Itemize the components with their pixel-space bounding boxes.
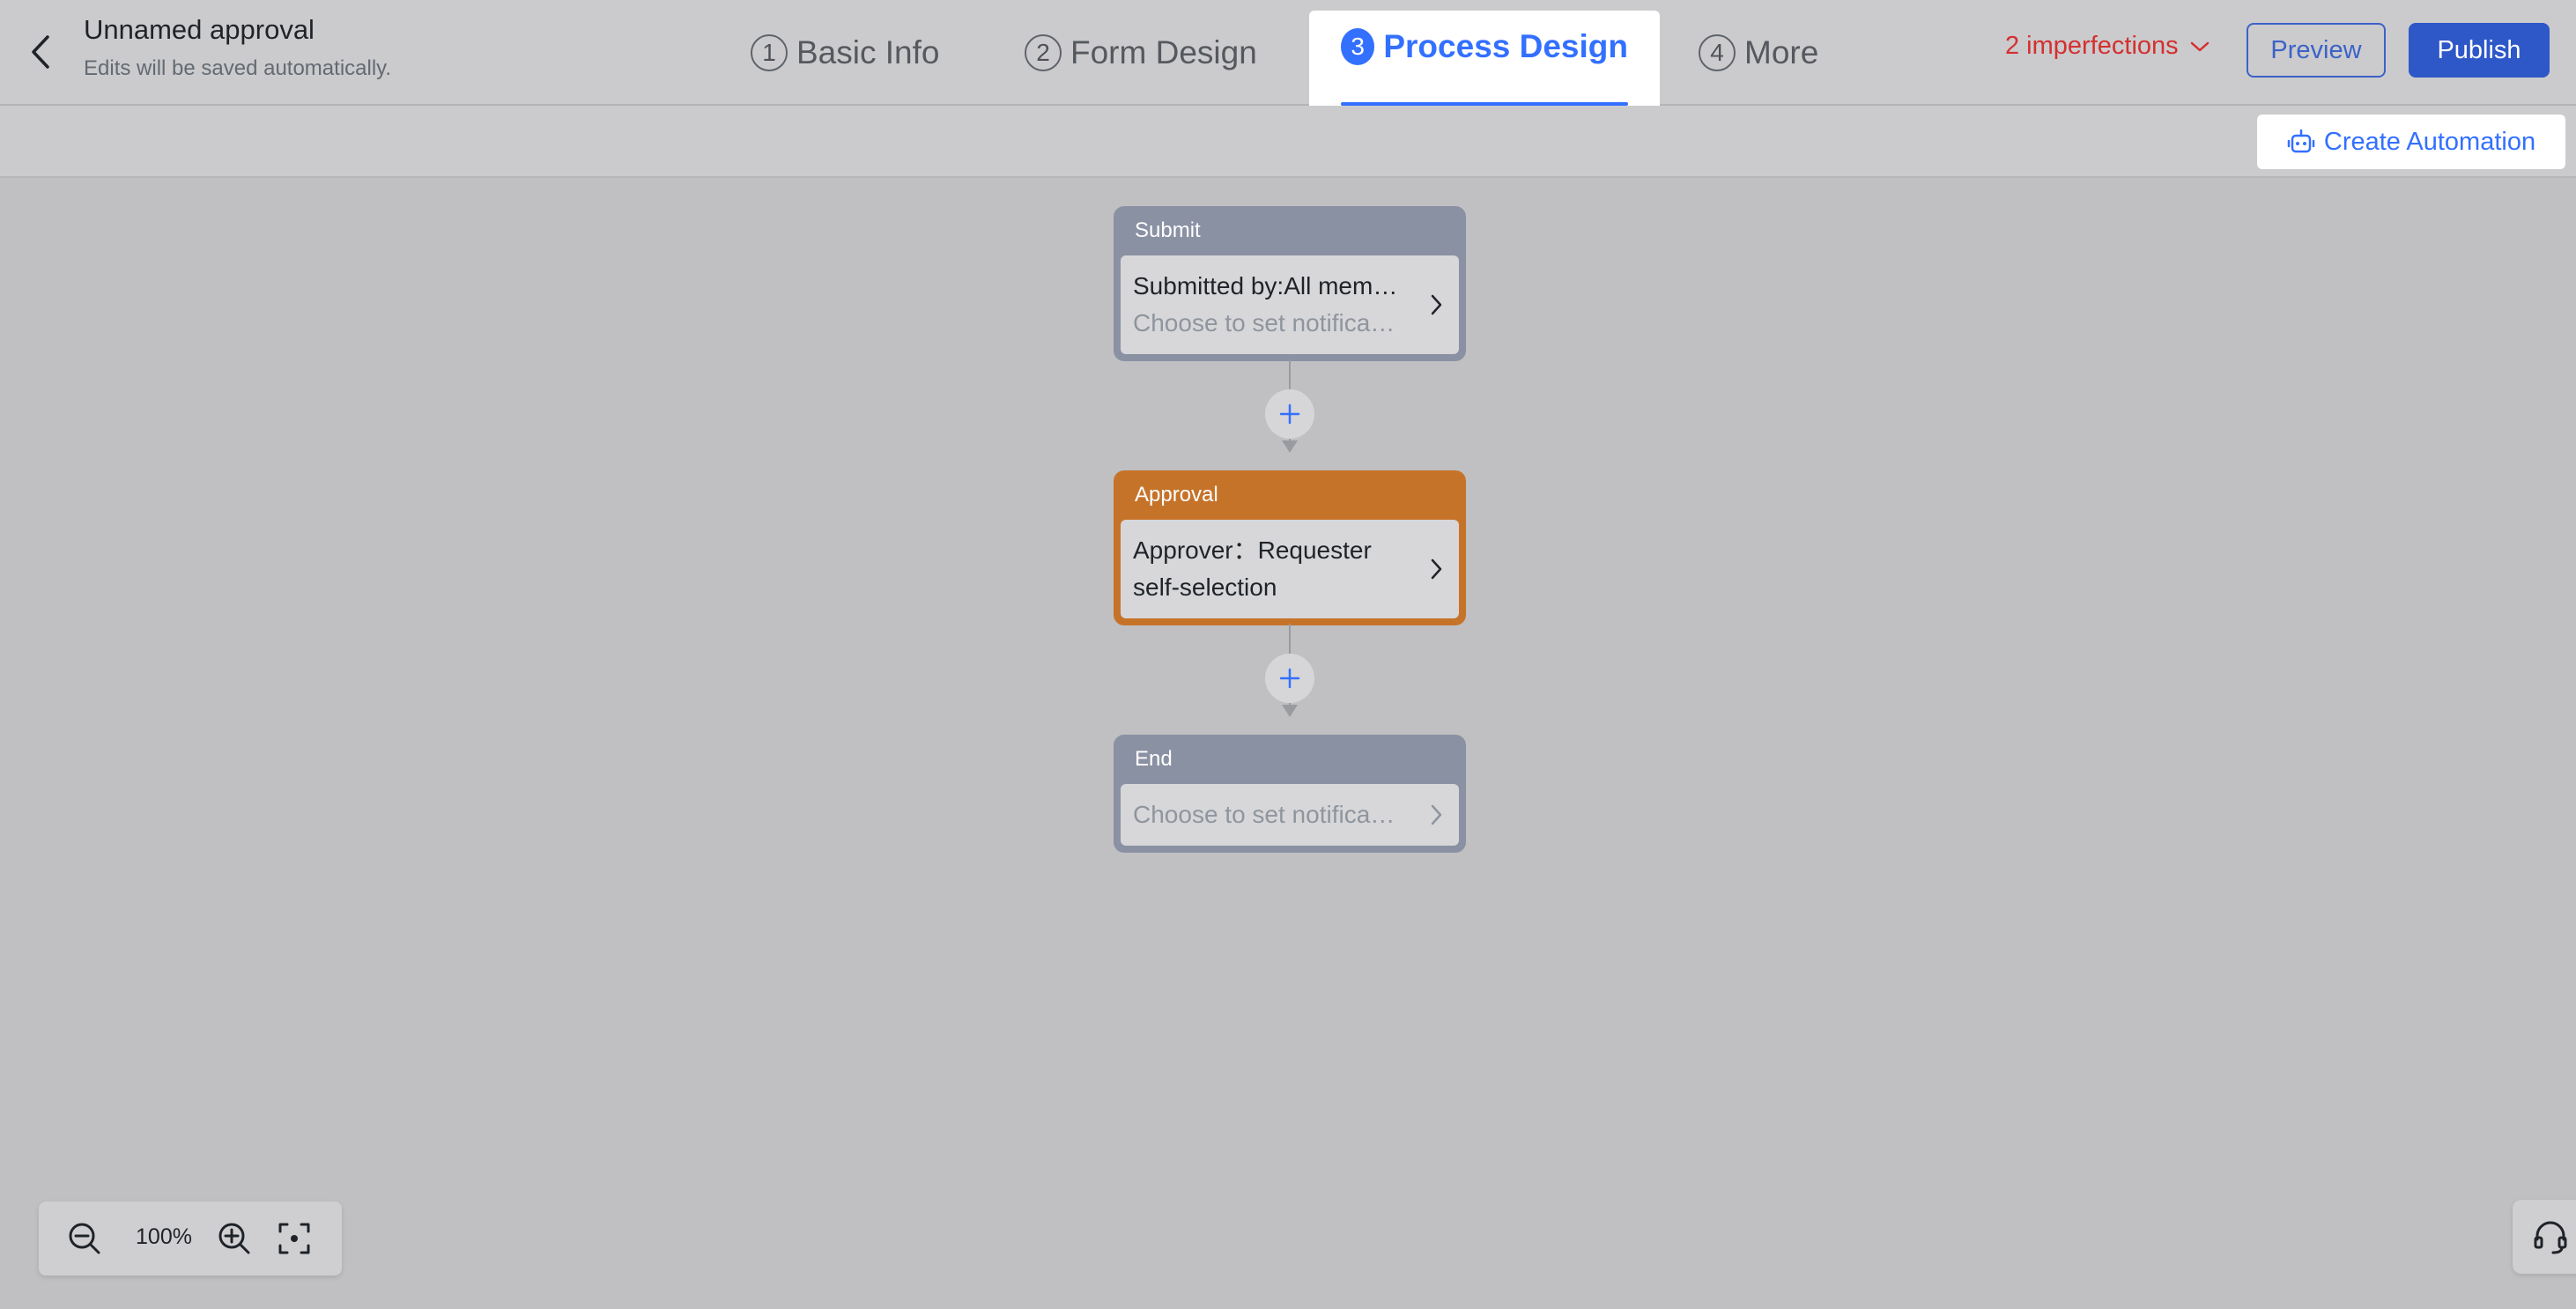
top-header: Unnamed approval Edits will be saved aut… (0, 0, 2576, 115)
chevron-right-icon (1431, 804, 1442, 825)
zoom-controls: 100% (39, 1202, 342, 1276)
create-automation-label: Create Automation (2323, 127, 2536, 156)
add-node-button[interactable] (1265, 389, 1314, 439)
plus-icon (1279, 403, 1300, 425)
submit-node-body[interactable]: Submitted by:All mem… Choose to set noti… (1121, 255, 1459, 354)
plus-icon (1279, 668, 1300, 689)
chevron-down-icon (2190, 41, 2209, 51)
step-label: Basic Info (796, 34, 940, 70)
node-title: Submit (1135, 218, 1201, 242)
approval-node-body[interactable]: Approver：Requester self-selection (1121, 520, 1459, 618)
zoom-level: 100% (136, 1224, 192, 1249)
autosave-note: Edits will be saved automatically. (84, 56, 392, 80)
step-number: 1 (751, 34, 788, 71)
page-title: Unnamed approval (84, 14, 315, 45)
imperfections-dropdown[interactable]: 2 imperfections (2005, 32, 2210, 61)
step-label: Process Design (1383, 28, 1628, 64)
add-node-button[interactable] (1265, 654, 1314, 703)
preview-button[interactable]: Preview (2247, 23, 2386, 78)
submit-node[interactable]: Submit Submitted by:All mem… Choose to s… (1114, 206, 1466, 361)
node-title: End (1135, 747, 1173, 771)
tab-basic-info[interactable]: 1 Basic Info (751, 0, 939, 106)
notification-text: Choose to set notifica… (1133, 801, 1395, 828)
step-number: 4 (1699, 34, 1736, 71)
approval-editor: Unnamed approval Edits will be saved aut… (0, 0, 2576, 1309)
canvas-toolbar: Create Automation (0, 106, 2576, 178)
imperfections-label: 2 imperfections (2005, 32, 2179, 60)
fit-to-screen-icon[interactable] (275, 1219, 314, 1258)
node-title: Approval (1135, 483, 1218, 507)
process-canvas[interactable]: Submit Submitted by:All mem… Choose to s… (0, 178, 2576, 1309)
back-arrow-icon[interactable] (25, 32, 56, 72)
end-node-body[interactable]: Choose to set notifica… (1121, 784, 1459, 846)
publish-button[interactable]: Publish (2409, 23, 2550, 78)
end-node[interactable]: End Choose to set notifica… (1114, 735, 1466, 853)
submitter-text: Submitted by:All mem… (1133, 272, 1398, 300)
step-label: More (1744, 34, 1819, 70)
support-button[interactable] (2513, 1200, 2576, 1274)
step-number: 3 (1341, 28, 1375, 65)
tab-process-design[interactable]: 3 Process Design (1309, 11, 1660, 115)
notification-text: Choose to set notifica… (1133, 309, 1395, 336)
arrow-down-icon (1282, 440, 1298, 453)
chevron-right-icon (1431, 294, 1442, 315)
tab-form-design[interactable]: 2 Form Design (1025, 0, 1257, 106)
approver-text: Approver：Requester self-selection (1133, 536, 1372, 601)
chevron-right-icon (1431, 558, 1442, 580)
create-automation-button[interactable]: Create Automation (2257, 115, 2565, 169)
headset-icon (2534, 1221, 2567, 1254)
tab-more[interactable]: 4 More (1699, 0, 1818, 106)
step-number: 2 (1025, 34, 1062, 71)
arrow-down-icon (1282, 705, 1298, 717)
zoom-in-icon[interactable] (215, 1219, 254, 1258)
robot-icon (2287, 129, 2315, 153)
zoom-out-icon[interactable] (65, 1219, 104, 1258)
step-label: Form Design (1070, 34, 1257, 70)
approval-node[interactable]: Approval Approver：Requester self-selecti… (1114, 470, 1466, 625)
